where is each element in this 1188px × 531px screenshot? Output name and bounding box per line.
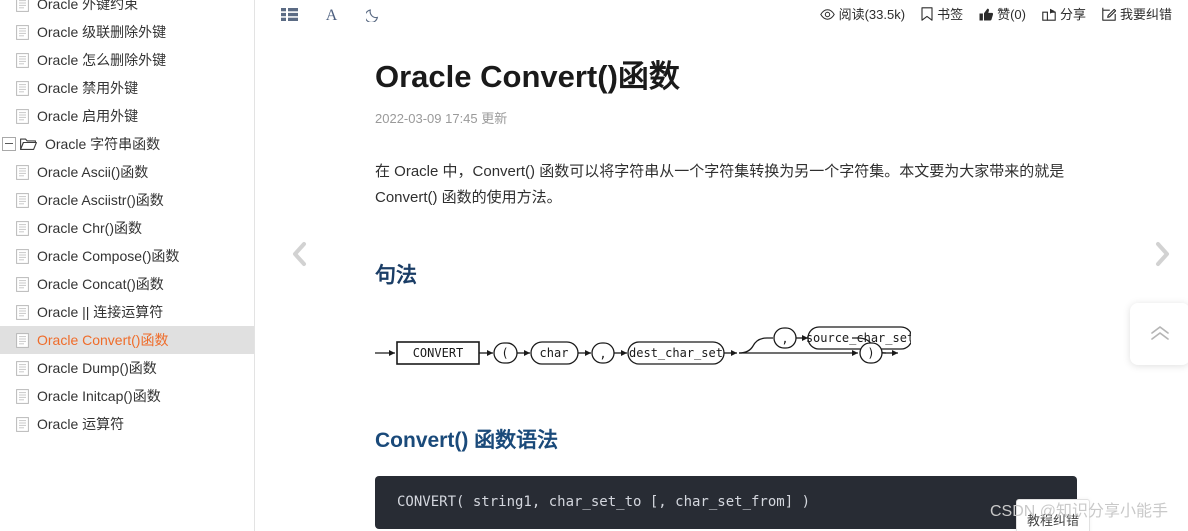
page-root: Oracle 外键约束 Oracle 级联删除外键 Oracle 怎么删除外键 Ora… (0, 0, 1188, 531)
edit-icon (1102, 7, 1116, 21)
railroad-label-convert: CONVERT (413, 346, 464, 360)
main-content: A 阅读(33.5k) 书签 赞(0) 分享 我要纠错 Oracle Convert()… (255, 0, 1188, 531)
intro-paragraph: 在 Oracle 中，Convert() 函数可以将字符串从一个字符集转换为另一… (375, 162, 1065, 206)
sidebar-item-3[interactable]: Oracle 禁用外键 (0, 74, 254, 102)
document-icon (16, 360, 29, 376)
toolbar-action-share[interactable]: 分享 (1042, 8, 1086, 21)
dark-mode-icon[interactable] (363, 4, 383, 24)
document-icon (16, 276, 29, 292)
bookmark-icon (921, 7, 933, 21)
toolbar-action-report-error[interactable]: 我要纠错 (1102, 7, 1172, 21)
prev-article-arrow[interactable] (281, 232, 317, 276)
document-icon (16, 304, 29, 320)
code-block[interactable]: CONVERT( string1, char_set_to [, char_se… (375, 475, 1077, 530)
eye-icon (819, 8, 835, 20)
double-chevron-up-icon (1151, 326, 1169, 340)
sidebar-item-label: Oracle 启用外键 (37, 108, 139, 124)
sidebar-item-9[interactable]: Oracle Compose()函数 (0, 242, 254, 270)
railroad-label-source: source_char_set (806, 331, 911, 345)
document-icon (16, 24, 29, 40)
sidebar-item-label: Oracle Dump()函数 (37, 360, 157, 376)
toolbar-action-label: 我要纠错 (1119, 6, 1172, 22)
sidebar-tree[interactable]: Oracle 外键约束 Oracle 级联删除外键 Oracle 怎么删除外键 Ora… (0, 0, 255, 531)
sidebar-item-label: Oracle 运算符 (37, 416, 125, 432)
railroad-label-rparen: ) (867, 346, 874, 360)
toolbar-action-like[interactable]: 赞(0) (979, 8, 1026, 21)
document-icon (16, 248, 29, 264)
sidebar-item-list: Oracle 外键约束 Oracle 级联删除外键 Oracle 怎么删除外键 Ora… (0, 0, 254, 438)
railroad-label-char: char (540, 346, 569, 360)
document-icon (16, 416, 29, 432)
toolbar-left-icons: A (279, 4, 383, 24)
section-heading-function-syntax: Convert() 函数语法 (375, 428, 559, 452)
toolbar-action-label: 赞(0) (997, 6, 1026, 22)
sidebar-item-4[interactable]: Oracle 启用外键 (0, 102, 254, 130)
sidebar-item-12[interactable]: Oracle Convert()函数 (0, 326, 254, 354)
railroad-label-lparen: ( (501, 346, 508, 360)
sidebar-item-label: Oracle 怎么删除外键 (37, 52, 167, 68)
thumbs-up-icon (979, 8, 994, 21)
document-icon (16, 192, 29, 208)
railroad-label-comma1: , (599, 347, 606, 361)
sidebar-item-label: Oracle 字符串函数 (45, 136, 161, 152)
content-toolbar: A 阅读(33.5k) 书签 赞(0) 分享 我要纠错 (255, 0, 1188, 28)
toolbar-action-label: 书签 (937, 6, 964, 22)
share-icon (1042, 8, 1056, 21)
sidebar-item-2[interactable]: Oracle 怎么删除外键 (0, 46, 254, 74)
sidebar-item-14[interactable]: Oracle Initcap()函数 (0, 382, 254, 410)
section-heading-syntax: 句法 (375, 263, 417, 287)
svg-text:A: A (325, 7, 337, 22)
toolbar-action-label: 分享 (1059, 6, 1086, 22)
sidebar-item-label: Oracle || 连接运算符 (37, 304, 164, 320)
font-size-icon[interactable]: A (321, 4, 341, 24)
sidebar-item-0[interactable]: Oracle 外键约束 (0, 0, 254, 18)
sidebar-item-15[interactable]: Oracle 运算符 (0, 410, 254, 438)
document-icon (16, 388, 29, 404)
tutorial-feedback-label: 教程纠错 (1026, 512, 1079, 528)
sidebar-item-5[interactable]: Oracle 字符串函数 (0, 130, 254, 158)
page-title: Oracle Convert()函数 (375, 59, 680, 94)
sidebar-item-label: Oracle 外键约束 (37, 0, 139, 12)
document-icon (16, 164, 29, 180)
sidebar-item-7[interactable]: Oracle Asciistr()函数 (0, 186, 254, 214)
document-icon (16, 220, 29, 236)
list-view-icon[interactable] (279, 4, 299, 24)
sidebar-item-1[interactable]: Oracle 级联删除外键 (0, 18, 254, 46)
article-body: Oracle Convert()函数 2022-03-09 17:45 更新 在… (255, 58, 1188, 531)
sidebar-item-10[interactable]: Oracle Concat()函数 (0, 270, 254, 298)
sidebar-item-8[interactable]: Oracle Chr()函数 (0, 214, 254, 242)
sidebar-item-label: Oracle Ascii()函数 (37, 164, 149, 180)
tutorial-feedback-button[interactable]: 教程纠错 (1016, 499, 1090, 531)
syntax-railroad-diagram: CONVERT ( char , dest_char_set , source_… (371, 311, 1098, 376)
railroad-label-dest: dest_char_set (629, 346, 723, 360)
sidebar-item-label: Oracle Compose()函数 (37, 248, 180, 264)
railroad-label-comma2: , (781, 332, 788, 346)
document-icon (16, 0, 29, 12)
sidebar-item-label: Oracle Asciistr()函数 (37, 192, 164, 208)
tree-collapse-toggle[interactable] (2, 137, 16, 151)
toolbar-action-bookmark[interactable]: 书签 (921, 7, 963, 21)
sidebar-item-label: Oracle Chr()函数 (37, 220, 143, 236)
document-icon (16, 80, 29, 96)
document-icon (16, 108, 29, 124)
sidebar-item-label: Oracle Concat()函数 (37, 276, 164, 292)
post-date: 2022-03-09 17:45 更新 (375, 110, 508, 126)
sidebar-item-label: Oracle Initcap()函数 (37, 388, 161, 404)
document-icon (16, 52, 29, 68)
next-article-arrow[interactable] (1144, 232, 1180, 276)
sidebar-item-label: Oracle Convert()函数 (37, 332, 169, 348)
sidebar-item-13[interactable]: Oracle Dump()函数 (0, 354, 254, 382)
toolbar-action-label: 阅读(33.5k) (838, 6, 906, 22)
sidebar-item-6[interactable]: Oracle Ascii()函数 (0, 158, 254, 186)
back-to-top-button[interactable] (1130, 303, 1188, 365)
sidebar-item-label: Oracle 级联删除外键 (37, 24, 167, 40)
sidebar-item-label: Oracle 禁用外键 (37, 80, 139, 96)
folder-open-icon (20, 137, 37, 151)
document-icon (16, 332, 29, 348)
toolbar-action-read-count[interactable]: 阅读(33.5k) (819, 6, 906, 22)
sidebar-item-11[interactable]: Oracle || 连接运算符 (0, 298, 254, 326)
toolbar-actions: 阅读(33.5k) 书签 赞(0) 分享 我要纠错 (819, 6, 1172, 22)
code-text: CONVERT( string1, char_set_to [, char_se… (397, 493, 811, 510)
